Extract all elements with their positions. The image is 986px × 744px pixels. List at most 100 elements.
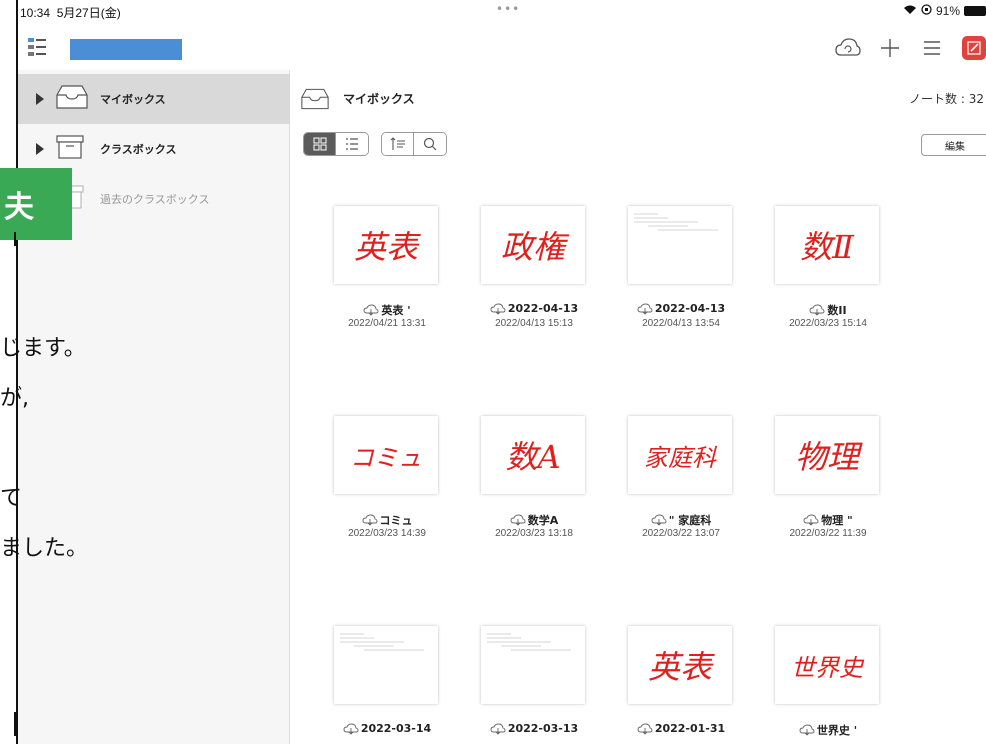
add-icon[interactable] bbox=[876, 34, 904, 62]
note-card[interactable]: 2022-04-13 2022/04/13 13:54 bbox=[611, 206, 751, 329]
note-date: 2022/04/13 15:13 bbox=[495, 318, 573, 329]
note-card[interactable]: コミュ コミュ 2022/03/23 14:39 bbox=[317, 416, 457, 539]
edit-button[interactable]: 編集 bbox=[921, 134, 986, 156]
toolbar-actions bbox=[834, 34, 986, 62]
note-thumbnail: 家庭科 bbox=[628, 416, 732, 494]
note-title-text: 世界史 ' bbox=[816, 724, 858, 737]
note-title-text: 2022-04-13 bbox=[654, 302, 726, 315]
note-card[interactable]: 物理物理 " 2022/03/22 11:39 bbox=[758, 416, 898, 539]
note-title: 数学A bbox=[464, 512, 604, 528]
handwriting-text: 数A bbox=[505, 438, 561, 476]
note-title: 世界史 ' bbox=[758, 722, 898, 738]
search-icon bbox=[423, 137, 437, 151]
note-thumbnail: コミュ bbox=[334, 416, 438, 494]
search-button[interactable] bbox=[414, 133, 446, 155]
note-title: 2022-04-13 bbox=[464, 302, 604, 315]
note-thumbnail bbox=[481, 626, 585, 704]
sort-button[interactable] bbox=[382, 133, 414, 155]
cloud-sync-icon[interactable] bbox=[834, 34, 862, 62]
cloud-icon bbox=[637, 723, 653, 735]
note-card[interactable]: 政権 2022-04-13 2022/04/13 15:13 bbox=[464, 206, 604, 329]
note-card[interactable]: 英表 英表 ' 2022/04/21 13:31 bbox=[317, 206, 457, 329]
note-title: 英表 ' bbox=[317, 302, 457, 318]
note-title-text: 英表 ' bbox=[381, 304, 411, 317]
cloud-icon bbox=[510, 514, 526, 526]
note-title: " 家庭科 bbox=[611, 512, 751, 528]
note-title-text: 2022-03-13 bbox=[507, 722, 579, 735]
cloud-icon bbox=[651, 514, 667, 526]
note-card[interactable]: 数Ⅱ 数II 2022/03/23 15:14 bbox=[758, 206, 898, 329]
disclosure-triangle-icon[interactable] bbox=[36, 93, 44, 105]
note-date: 2022/03/23 15:14 bbox=[789, 318, 867, 329]
sidebar-item-label: マイボックス bbox=[100, 93, 166, 106]
new-note-button[interactable] bbox=[960, 34, 986, 62]
box-icon bbox=[56, 135, 84, 163]
wifi-icon bbox=[903, 4, 917, 18]
note-title-text: 物理 " bbox=[821, 514, 853, 527]
note-title-text: 2022-04-13 bbox=[507, 302, 579, 315]
handwriting-sketch bbox=[634, 213, 718, 231]
note-card[interactable]: 数A 数学A 2022/03/23 13:18 bbox=[464, 416, 604, 539]
note-date: 2022/03/23 13:18 bbox=[495, 528, 573, 539]
note-title: コミュ bbox=[317, 512, 457, 528]
account-name-field[interactable] bbox=[70, 39, 182, 60]
tray-icon bbox=[56, 85, 88, 113]
battery-percent: 91% bbox=[935, 4, 960, 18]
note-thumbnail: 数Ⅱ bbox=[775, 206, 879, 284]
note-date: 2022/03/22 11:39 bbox=[789, 528, 867, 539]
cloud-icon bbox=[799, 724, 815, 736]
note-title-text: 数学A bbox=[527, 514, 559, 527]
note-title: 物理 " bbox=[758, 512, 898, 528]
note-title: 2022-01-31 bbox=[611, 722, 751, 735]
menu-icon[interactable] bbox=[918, 34, 946, 62]
view-toggle bbox=[303, 132, 369, 156]
top-toolbar bbox=[18, 28, 986, 70]
note-date: 2022/03/22 13:07 bbox=[642, 528, 720, 539]
note-title-text: 2022-01-31 bbox=[654, 722, 726, 735]
handwriting-text: 政権 bbox=[500, 228, 565, 266]
note-title: 数II bbox=[758, 302, 898, 318]
note-thumbnail bbox=[334, 626, 438, 704]
note-card[interactable]: 2022-03-13 bbox=[464, 626, 604, 744]
cloud-icon bbox=[809, 304, 825, 316]
status-bar: 10:34 5月27日(金) ••• 91% bbox=[18, 0, 986, 28]
list-icon bbox=[346, 138, 358, 150]
note-date: 2022/04/21 13:31 bbox=[348, 318, 426, 329]
note-card[interactable]: 世界史世界史 ' bbox=[758, 626, 898, 744]
note-title-text: 数II bbox=[827, 304, 847, 317]
list-view-button[interactable] bbox=[336, 133, 368, 155]
orientation-lock-icon bbox=[921, 4, 932, 18]
cloud-icon bbox=[343, 723, 359, 735]
sidebar-item-label: クラスボックス bbox=[100, 143, 177, 156]
frame-edge bbox=[14, 232, 16, 246]
note-thumbnail: 物理 bbox=[775, 416, 879, 494]
tray-icon bbox=[301, 88, 329, 114]
sidebar-item-classbox[interactable]: クラスボックス bbox=[18, 124, 290, 174]
handwriting-text: 世界史 bbox=[791, 653, 863, 682]
cloud-icon bbox=[803, 514, 819, 526]
battery-icon bbox=[964, 6, 986, 16]
article-badge: 夫 bbox=[0, 168, 72, 240]
note-card[interactable]: 家庭科 " 家庭科 2022/03/22 13:07 bbox=[611, 416, 751, 539]
pencil-icon bbox=[962, 36, 986, 60]
notes-area: マイボックス ノート数 : 32 編集 英表 英表 ' 2022/04/21 13:… bbox=[291, 70, 986, 744]
article-text: じます。 bbox=[0, 336, 86, 361]
ipad-screen: 10:34 5月27日(金) ••• 91% マイボックス クラスボックス 過去… bbox=[16, 0, 986, 744]
note-thumbnail: 政権 bbox=[481, 206, 585, 284]
sidebar-item-mybox[interactable]: マイボックス bbox=[18, 74, 290, 124]
note-date: 2022/03/23 14:39 bbox=[348, 528, 426, 539]
grid-view-button[interactable] bbox=[304, 133, 336, 155]
note-title-text: コミュ bbox=[379, 514, 413, 527]
note-card[interactable]: 英表 2022-01-31 bbox=[611, 626, 751, 744]
sidebar-toggle-icon[interactable] bbox=[28, 36, 46, 58]
note-card[interactable]: 2022-03-14 bbox=[317, 626, 457, 744]
note-title: 2022-03-14 bbox=[317, 722, 457, 735]
handwriting-sketch bbox=[340, 633, 424, 651]
multitask-dots[interactable]: ••• bbox=[496, 2, 520, 16]
disclosure-triangle-icon[interactable] bbox=[36, 143, 44, 155]
page-title: マイボックス bbox=[343, 92, 415, 106]
cloud-icon bbox=[490, 303, 506, 315]
sidebar-item-label: 過去のクラスボックス bbox=[100, 193, 210, 206]
note-thumbnail: 英表 bbox=[628, 626, 732, 704]
note-title: 2022-04-13 bbox=[611, 302, 751, 315]
